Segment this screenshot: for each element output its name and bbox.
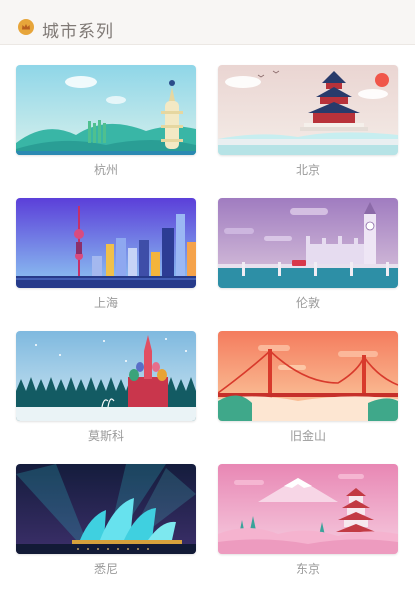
city-name: 旧金山 bbox=[289, 429, 326, 443]
city-name: 杭州 bbox=[93, 163, 118, 177]
city-thumbnail-shanghai[interactable] bbox=[16, 198, 196, 288]
city-card-london[interactable]: 伦敦 bbox=[218, 198, 398, 310]
city-name: 莫斯科 bbox=[87, 429, 124, 443]
city-card-shanghai[interactable]: 上海 bbox=[16, 198, 196, 310]
city-card-beijing[interactable]: 北京 bbox=[218, 65, 398, 177]
city-card-hangzhou[interactable]: 杭州 bbox=[16, 65, 196, 177]
page-title: 城市系列 bbox=[42, 22, 114, 42]
city-thumbnail-tokyo[interactable] bbox=[218, 464, 398, 554]
city-name: 东京 bbox=[295, 562, 320, 576]
city-card-tokyo[interactable]: 东京 bbox=[218, 464, 398, 576]
city-card-sydney[interactable]: 悉尼 bbox=[16, 464, 196, 576]
city-thumbnail-london[interactable] bbox=[218, 198, 398, 288]
city-name: 伦敦 bbox=[295, 296, 320, 310]
page-header: 城市系列 bbox=[0, 0, 415, 45]
city-thumbnail-moscow[interactable] bbox=[16, 331, 196, 421]
city-card-san-francisco[interactable]: 旧金山 bbox=[218, 331, 398, 443]
city-thumbnail-beijing[interactable] bbox=[218, 65, 398, 155]
city-card-moscow[interactable]: 莫斯科 bbox=[16, 331, 196, 443]
city-thumbnail-hangzhou[interactable] bbox=[16, 65, 196, 155]
crown-badge-icon bbox=[18, 19, 34, 35]
city-thumbnail-san-francisco[interactable] bbox=[218, 331, 398, 421]
city-name: 悉尼 bbox=[93, 562, 118, 576]
city-thumbnail-sydney[interactable] bbox=[16, 464, 196, 554]
city-name: 上海 bbox=[93, 296, 118, 310]
city-name: 北京 bbox=[295, 163, 320, 177]
